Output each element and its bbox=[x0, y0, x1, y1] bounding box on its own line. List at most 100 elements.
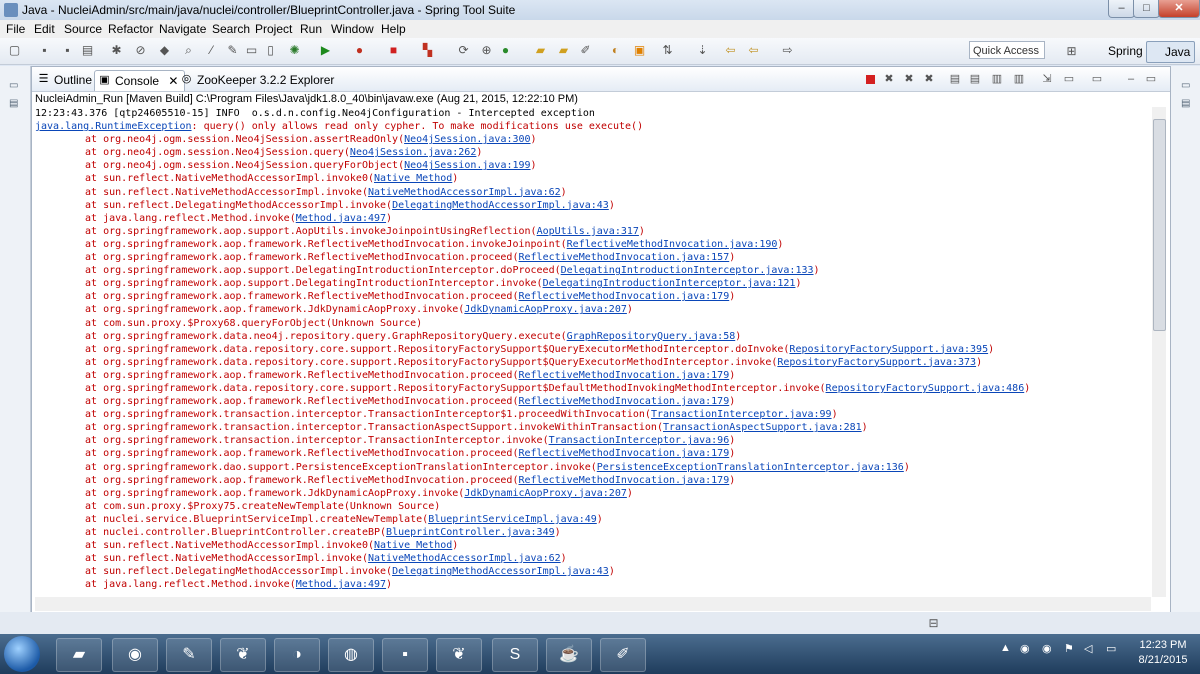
stack-frame-source-link[interactable]: ReflectiveMethodInvocation.java:179 bbox=[519, 291, 730, 302]
progress-icon[interactable]: ⊟ bbox=[926, 616, 941, 631]
tab-zookeeper[interactable]: ◎ ZooKeeper 3.2.2 Explorer bbox=[177, 70, 335, 90]
spring-perspective-button[interactable]: Spring bbox=[1092, 41, 1143, 61]
open-console-icon[interactable]: ▭ bbox=[1090, 72, 1104, 86]
stack-frame-source-link[interactable]: Native Method bbox=[374, 540, 452, 551]
firefox-taskbar-icon[interactable]: ◍ bbox=[328, 638, 374, 672]
wand-icon[interactable]: ⁄ bbox=[204, 43, 219, 58]
notepad-taskbar-icon[interactable]: ✎ bbox=[166, 638, 212, 672]
stack-frame-source-link[interactable]: TransactionInterceptor.java:99 bbox=[651, 409, 832, 420]
exception-link[interactable]: java.lang.RuntimeException bbox=[35, 121, 192, 132]
eclipse-taskbar-icon[interactable]: ◑ bbox=[274, 638, 320, 672]
spring-icon[interactable]: ◆ bbox=[157, 43, 172, 58]
open-perspective-icon[interactable]: ⊞ bbox=[1064, 44, 1079, 59]
pen-icon[interactable]: ✎ bbox=[225, 43, 240, 58]
stack-frame-source-link[interactable]: JdkDynamicAopProxy.java:207 bbox=[464, 304, 627, 315]
stack-frame-source-link[interactable]: ReflectiveMethodInvocation.java:157 bbox=[519, 252, 730, 263]
debug-icon[interactable]: ✱ bbox=[109, 43, 124, 58]
remove-all-icon[interactable]: ✖ bbox=[902, 72, 916, 86]
stack-frame-source-link[interactable]: Method.java:497 bbox=[296, 579, 386, 590]
terminate-icon[interactable] bbox=[866, 75, 875, 84]
taskbar-clock[interactable]: 12:23 PM 8/21/2015 bbox=[1130, 638, 1196, 668]
start-button[interactable] bbox=[4, 636, 40, 672]
task-icon[interactable]: ◐ bbox=[608, 43, 623, 58]
cmd-taskbar-icon[interactable]: ▪ bbox=[382, 638, 428, 672]
server-icon[interactable]: ▚ bbox=[420, 43, 435, 58]
stack-frame-source-link[interactable]: GraphRepositoryQuery.java:58 bbox=[567, 331, 736, 342]
stack-frame-source-link[interactable]: BlueprintServiceImpl.java:49 bbox=[428, 514, 597, 525]
tray-network-icon[interactable]: ◉ bbox=[1042, 642, 1052, 655]
clear-console-icon[interactable]: ▤ bbox=[948, 72, 962, 86]
new-class-icon[interactable]: ● bbox=[498, 43, 513, 58]
stack-frame-source-link[interactable]: ReflectiveMethodInvocation.java:179 bbox=[519, 396, 730, 407]
remove-launch-icon[interactable]: ✖ bbox=[882, 72, 896, 86]
stack-frame-source-link[interactable]: TransactionInterceptor.java:96 bbox=[549, 435, 730, 446]
stack-frame-source-link[interactable]: Native Method bbox=[374, 173, 452, 184]
console-output[interactable]: 12:23:43.376 [qtp24605510-15] INFO o.s.d… bbox=[35, 107, 1153, 597]
scroll-thumb[interactable] bbox=[1153, 119, 1166, 331]
display-console-icon[interactable]: ▭ bbox=[1062, 72, 1076, 86]
package-explorer-icon[interactable]: ▤ bbox=[9, 98, 23, 109]
menu-source[interactable]: Source bbox=[64, 22, 102, 36]
stack-frame-source-link[interactable]: RepositoryFactorySupport.java:395 bbox=[789, 344, 988, 355]
last-edit-icon[interactable]: ⇦ bbox=[723, 43, 738, 58]
task-list-icon[interactable]: ▤ bbox=[1181, 98, 1195, 109]
search-icon[interactable]: ⌕ bbox=[181, 43, 196, 58]
console-horizontal-scrollbar[interactable] bbox=[35, 597, 1151, 611]
forward-icon[interactable]: ⇨ bbox=[780, 43, 795, 58]
open-folder-icon[interactable]: ▰ bbox=[556, 43, 571, 58]
show-console-stdout-icon[interactable]: ▥ bbox=[1012, 72, 1026, 86]
brush-icon[interactable]: ✐ bbox=[578, 43, 593, 58]
restore-icon-right[interactable]: ▭ bbox=[1181, 80, 1195, 91]
restore-icon[interactable]: ▭ bbox=[9, 80, 23, 91]
pin-console-icon[interactable]: ⇲ bbox=[1040, 72, 1054, 86]
stack-frame-source-link[interactable]: PersistenceExceptionTranslationIntercept… bbox=[597, 462, 904, 473]
tray-display-icon[interactable]: ▭ bbox=[1106, 642, 1116, 655]
next-annotation-icon[interactable]: ⇣ bbox=[695, 43, 710, 58]
console-vertical-scrollbar[interactable] bbox=[1152, 107, 1166, 597]
tab-console[interactable]: ▣ Console ✕ bbox=[94, 70, 186, 91]
sts-taskbar-icon[interactable]: ❦ bbox=[436, 638, 482, 672]
stack-frame-source-link[interactable]: ReflectiveMethodInvocation.java:179 bbox=[519, 475, 730, 486]
globe-icon[interactable]: ⊕ bbox=[479, 43, 494, 58]
doc-icon[interactable]: ▭ bbox=[244, 43, 259, 58]
layout-icon[interactable]: ▯ bbox=[263, 43, 278, 58]
external-tools-icon[interactable]: ● bbox=[352, 43, 367, 58]
stack-frame-source-link[interactable]: TransactionAspectSupport.java:281 bbox=[663, 422, 862, 433]
menu-project[interactable]: Project bbox=[255, 22, 292, 36]
stack-frame-source-link[interactable]: ReflectiveMethodInvocation.java:179 bbox=[519, 370, 730, 381]
annotation-icon[interactable]: ⇅ bbox=[660, 43, 675, 58]
menu-run[interactable]: Run bbox=[300, 22, 322, 36]
stack-frame-source-link[interactable]: DelegatingIntroductionInterceptor.java:1… bbox=[561, 265, 814, 276]
stop-icon[interactable]: ■ bbox=[386, 43, 401, 58]
spring-taskbar-icon[interactable]: ❦ bbox=[220, 638, 266, 672]
debug-run-icon[interactable]: ✺ bbox=[287, 43, 302, 58]
new-icon[interactable]: ▢ bbox=[7, 43, 22, 58]
back-icon[interactable]: ⇦ bbox=[746, 43, 761, 58]
stack-frame-source-link[interactable]: ReflectiveMethodInvocation.java:190 bbox=[567, 239, 778, 250]
stack-frame-source-link[interactable]: Neo4jSession.java:300 bbox=[404, 134, 530, 145]
open-type-icon[interactable]: ▰ bbox=[533, 43, 548, 58]
stack-frame-source-link[interactable]: NativeMethodAccessorImpl.java:62 bbox=[368, 187, 561, 198]
refresh-icon[interactable]: ⟳ bbox=[456, 43, 471, 58]
skype-taskbar-icon[interactable]: S bbox=[492, 638, 538, 672]
chrome-taskbar-icon[interactable]: ◉ bbox=[112, 638, 158, 672]
maximize-view-icon[interactable]: ▭ bbox=[1144, 72, 1158, 86]
remove-all-terminated-icon[interactable]: ✖ bbox=[922, 72, 936, 86]
save-all-icon[interactable]: ▪ bbox=[60, 43, 75, 58]
menu-help[interactable]: Help bbox=[381, 22, 406, 36]
tray-volume-icon[interactable]: ◁ bbox=[1084, 642, 1092, 655]
stack-frame-source-link[interactable]: BlueprintController.java:349 bbox=[386, 527, 555, 538]
stack-frame-source-link[interactable]: ReflectiveMethodInvocation.java:179 bbox=[519, 448, 730, 459]
stack-frame-source-link[interactable]: RepositoryFactorySupport.java:373 bbox=[777, 357, 976, 368]
menu-refactor[interactable]: Refactor bbox=[108, 22, 153, 36]
tab-outline[interactable]: ☰ Outline bbox=[34, 70, 92, 90]
stack-frame-source-link[interactable]: NativeMethodAccessorImpl.java:62 bbox=[368, 553, 561, 564]
stack-frame-source-link[interactable]: Method.java:497 bbox=[296, 213, 386, 224]
stack-frame-source-link[interactable]: Neo4jSession.java:262 bbox=[350, 147, 476, 158]
skip-breakpoints-icon[interactable]: ⊘ bbox=[133, 43, 148, 58]
stack-frame-source-link[interactable]: DelegatingMethodAccessorImpl.java:43 bbox=[392, 566, 609, 577]
menu-file[interactable]: File bbox=[6, 22, 25, 36]
tray-shield-icon[interactable]: ◉ bbox=[1020, 642, 1030, 655]
run-icon[interactable]: ▶ bbox=[318, 43, 333, 58]
explorer-taskbar-icon[interactable]: ▰ bbox=[56, 638, 102, 672]
